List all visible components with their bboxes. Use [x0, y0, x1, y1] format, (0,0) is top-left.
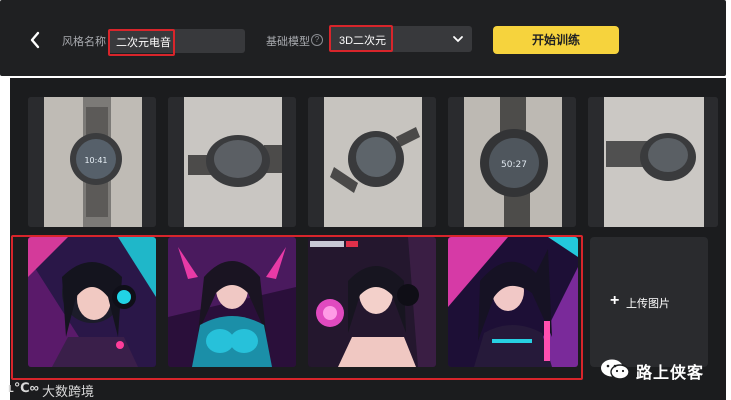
- upload-label: 上传图片: [626, 298, 670, 310]
- anime-girl-image-2: [168, 237, 296, 367]
- plus-icon: +: [610, 292, 620, 309]
- anime-girl-image-1: [28, 237, 156, 367]
- help-icon[interactable]: ?: [311, 34, 323, 46]
- generated-image[interactable]: [448, 237, 578, 367]
- watch-photo-3: [308, 97, 436, 227]
- anime-girl-image-4: [448, 237, 578, 367]
- svg-text:50:27: 50:27: [501, 160, 527, 170]
- watch-photo-4: 50:27: [448, 97, 576, 227]
- upload-image-button[interactable]: + 上传图片: [590, 237, 708, 367]
- start-training-button[interactable]: 开始训练: [493, 26, 619, 54]
- training-image[interactable]: [308, 97, 436, 227]
- style-name-label: 风格名称: [62, 36, 106, 48]
- generated-image[interactable]: [28, 237, 156, 367]
- training-image[interactable]: [588, 97, 718, 227]
- chevron-down-icon: [453, 36, 463, 43]
- base-model-highlight: [329, 25, 393, 52]
- author-name: 路上侠客: [636, 365, 705, 382]
- brand-watermark: ʟ℃∞ 大数跨境: [8, 378, 128, 399]
- base-model-label: 基础模型: [266, 36, 310, 48]
- training-image[interactable]: [168, 97, 296, 227]
- brand-logo-icon: ʟ℃∞: [8, 380, 39, 395]
- toolbar: 风格名称 二次元电音 基础模型 ? 3D二次元 开始训练: [0, 0, 726, 76]
- anime-girl-image-3: [308, 237, 436, 367]
- svg-text:10:41: 10:41: [84, 156, 107, 165]
- watch-photo-5: [588, 97, 718, 227]
- watch-photo-2: [168, 97, 296, 227]
- training-image[interactable]: 10:41: [28, 97, 156, 227]
- author-watermark: 路上侠客: [600, 356, 720, 382]
- style-name-highlight: [108, 29, 175, 56]
- back-arrow-icon[interactable]: [28, 30, 42, 50]
- training-image[interactable]: 50:27: [448, 97, 576, 227]
- wechat-icon: [601, 359, 630, 380]
- generated-image[interactable]: [168, 237, 296, 367]
- generated-image[interactable]: [308, 237, 436, 367]
- watch-photo-1: 10:41: [28, 97, 156, 227]
- brand-name: 大数跨境: [42, 384, 95, 399]
